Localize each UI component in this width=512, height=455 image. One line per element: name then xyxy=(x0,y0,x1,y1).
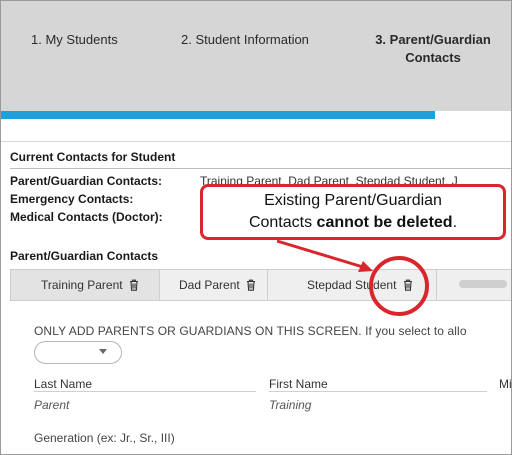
highlight-circle xyxy=(369,256,429,316)
screenshot-frame: 1. My Students 2. Student Information 3.… xyxy=(0,0,512,455)
callout-line2: Contacts cannot be deleted. xyxy=(248,214,458,231)
callout-line1: Existing Parent/Guardian xyxy=(264,192,442,209)
callout-emphasis: cannot be deleted xyxy=(316,214,453,231)
annotation-callout: Existing Parent/Guardian Contacts cannot… xyxy=(200,184,506,240)
arrow-line xyxy=(276,239,364,269)
